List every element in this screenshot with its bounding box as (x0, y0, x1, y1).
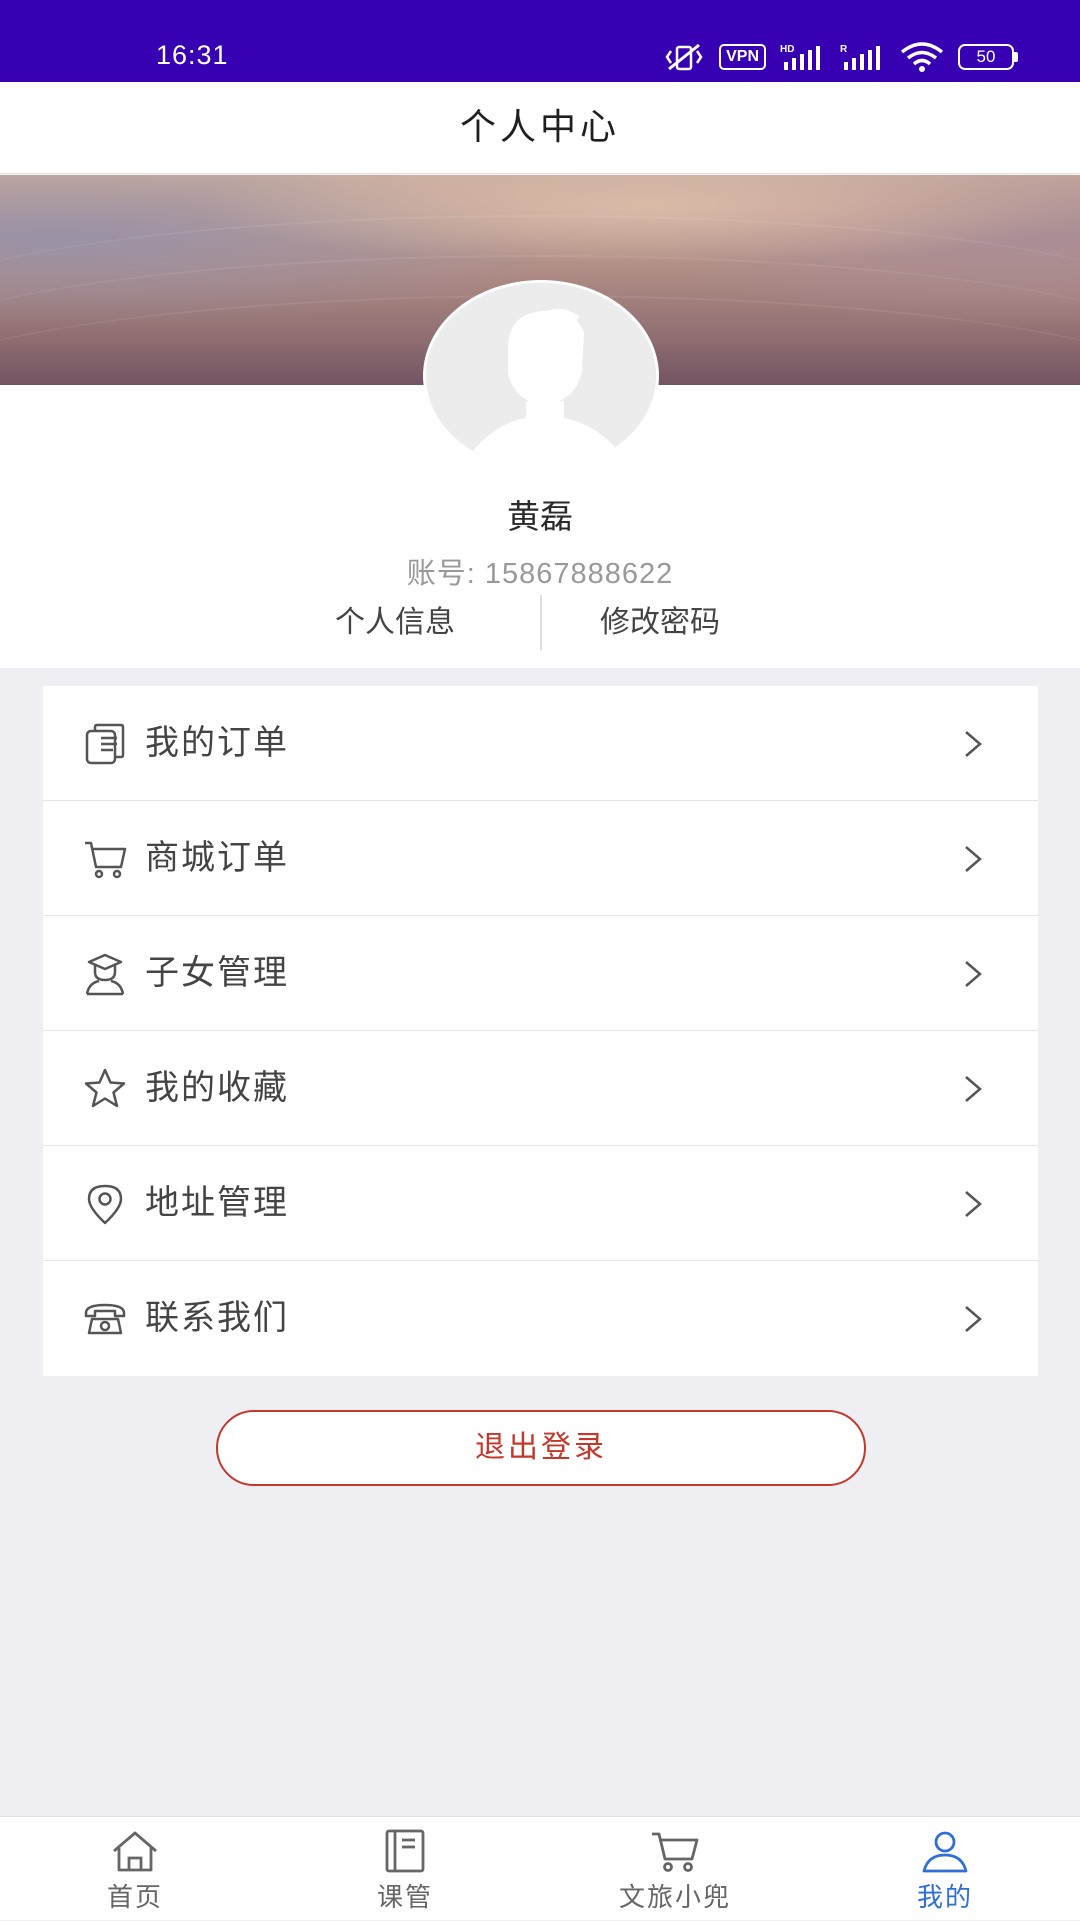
battery-icon: 50 (958, 44, 1018, 70)
tab-label: 文旅小兜 (618, 1883, 731, 1913)
status-icons: VPN HD R 50 (665, 40, 1018, 74)
menu-item-my-orders[interactable]: 我的订单 (43, 686, 1038, 801)
vibrate-off-icon (665, 43, 703, 71)
svg-text:R: R (840, 44, 848, 55)
menu-label: 我的收藏 (145, 1068, 289, 1108)
menu-list: 我的订单 商城订单 子女管理 我的收藏 地址管理 联系我们 (43, 686, 1038, 1376)
chevron-right-icon (965, 731, 982, 757)
user-name: 黄磊 (507, 497, 573, 536)
tab-shop[interactable]: 文旅小兜 (540, 1817, 810, 1921)
chevron-right-icon (965, 1306, 982, 1332)
tab-label: 首页 (106, 1883, 163, 1913)
menu-item-favorites[interactable]: 我的收藏 (43, 1031, 1038, 1146)
cart-icon (652, 1832, 699, 1872)
battery-level: 50 (958, 44, 1014, 70)
tab-label: 课管 (376, 1883, 433, 1913)
vpn-badge: VPN (719, 44, 766, 70)
profile-section: 黄磊 账号: 15867888622 个人信息 修改密码 (0, 175, 1080, 668)
graduate-icon (85, 953, 125, 996)
page-title: 个人中心 (459, 107, 620, 148)
logout-button[interactable]: 退出登录 (216, 1410, 866, 1486)
menu-label: 商城订单 (145, 838, 289, 878)
chevron-right-icon (965, 961, 982, 987)
menu-item-children-management[interactable]: 子女管理 (43, 916, 1038, 1031)
user-icon (922, 1831, 968, 1873)
avatar[interactable] (423, 280, 659, 472)
menu-item-contact-us[interactable]: 联系我们 (43, 1261, 1038, 1376)
location-icon (87, 1184, 123, 1225)
status-bar: 16:31 VPN HD R 50 (0, 0, 1080, 82)
phone-icon (84, 1303, 126, 1335)
change-password-link[interactable]: 修改密码 (600, 595, 720, 650)
personal-info-link[interactable]: 个人信息 (335, 595, 455, 650)
star-icon (84, 1068, 126, 1108)
tab-label: 我的 (916, 1883, 973, 1913)
cart-icon (85, 841, 127, 879)
menu-item-mall-orders[interactable]: 商城订单 (43, 801, 1038, 916)
profile-links: 个人信息 修改密码 (0, 595, 1080, 650)
home-icon (113, 1831, 157, 1872)
chevron-right-icon (965, 1076, 982, 1102)
tab-mine[interactable]: 我的 (810, 1817, 1080, 1921)
menu-label: 联系我们 (145, 1298, 289, 1338)
tab-home[interactable]: 首页 (0, 1817, 270, 1921)
default-user-icon (426, 283, 656, 469)
signal-roaming-icon: R (840, 44, 880, 70)
chevron-right-icon (965, 846, 982, 872)
menu-label: 我的订单 (145, 723, 289, 763)
title-bar: 个人中心 (0, 82, 1080, 174)
svg-text:HD: HD (780, 44, 794, 55)
menu-item-address-management[interactable]: 地址管理 (43, 1146, 1038, 1261)
links-divider (540, 595, 542, 650)
document-icon (85, 723, 125, 765)
notebook-icon (385, 1829, 425, 1873)
account-number: 账号: 15867888622 (406, 558, 674, 590)
menu-label: 子女管理 (145, 953, 289, 993)
bottom-tab-bar: 首页 课管 文旅小兜 我的 (0, 1816, 1080, 1920)
wifi-icon (900, 42, 944, 72)
menu-label: 地址管理 (145, 1183, 289, 1223)
signal-hd-icon: HD (780, 44, 820, 70)
tab-course-management[interactable]: 课管 (270, 1817, 540, 1921)
chevron-right-icon (965, 1191, 982, 1217)
status-time: 16:31 (156, 40, 229, 70)
